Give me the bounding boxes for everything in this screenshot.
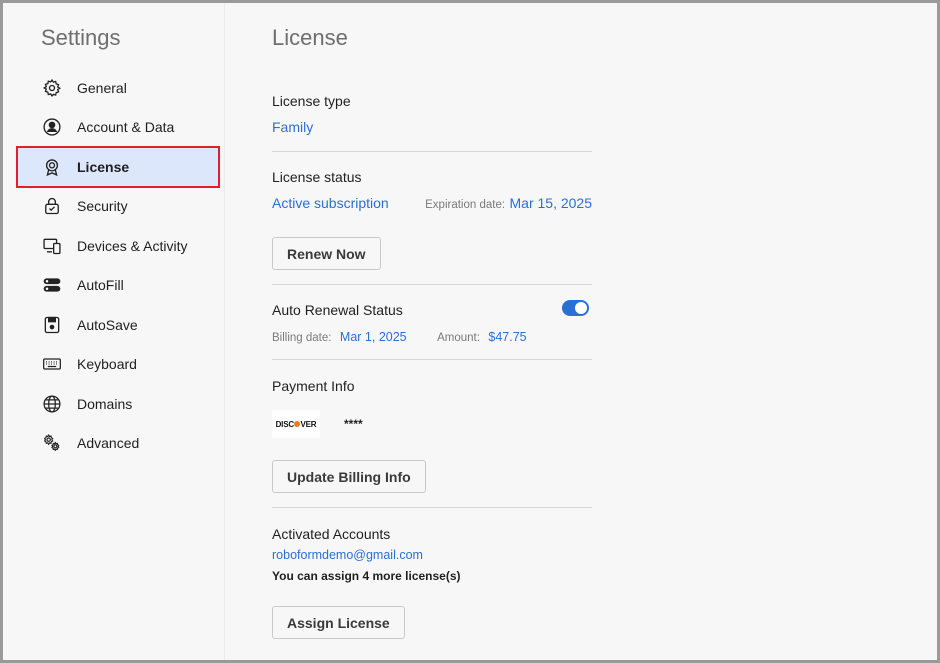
autofill-icon [41, 274, 63, 296]
sidebar-item-label: Account & Data [77, 119, 175, 136]
card-number: **** [344, 417, 363, 431]
sidebar-item-keyboard[interactable]: Keyboard [17, 345, 219, 385]
user-circle-icon [41, 116, 63, 138]
expiration-date-label: Expiration date: [425, 199, 506, 211]
sidebar-item-label: License [77, 158, 130, 175]
sidebar-item-label: Keyboard [77, 356, 137, 373]
billing-date-value: Mar 1, 2025 [339, 330, 407, 344]
divider [272, 284, 592, 285]
divider [272, 507, 592, 508]
save-icon [41, 314, 63, 336]
sidebar-item-label: Advanced [77, 435, 140, 452]
auto-renewal-toggle[interactable] [562, 300, 589, 316]
amount-value: $47.75 [488, 330, 527, 344]
payment-info-section: Payment Info [272, 378, 592, 394]
gears-icon [41, 432, 63, 454]
gear-icon [41, 77, 63, 99]
award-badge-icon [41, 156, 63, 178]
license-type-label: License type [272, 93, 351, 109]
lock-icon [41, 195, 63, 217]
card-brand-text: DISC VER [275, 419, 317, 429]
sidebar-item-license[interactable]: License [16, 146, 220, 188]
sidebar-item-security[interactable]: Security [17, 187, 219, 227]
toggle-knob [575, 302, 587, 314]
devices-icon [41, 235, 63, 257]
sidebar-nav: General Account & Data License Security [16, 68, 220, 464]
payment-info-label: Payment Info [272, 378, 355, 394]
activated-accounts-label: Activated Accounts [272, 526, 391, 542]
sidebar-item-advanced[interactable]: Advanced [17, 424, 219, 464]
sidebar: Settings General Account & Data License [3, 3, 225, 660]
sidebar-item-account-data[interactable]: Account & Data [17, 108, 219, 148]
sidebar-item-general[interactable]: General [17, 68, 219, 108]
sidebar-item-label: Domains [77, 395, 133, 412]
license-status-value: Active subscription [272, 195, 389, 211]
billing-date-label: Billing date: [272, 332, 332, 344]
account-email-link[interactable]: roboformdemo@gmail.com [272, 548, 592, 562]
discover-card-logo: DISC VER [272, 410, 320, 438]
license-type-section: License type Family [272, 93, 592, 135]
license-status-label: License status [272, 169, 362, 185]
sidebar-item-label: AutoFill [77, 277, 124, 294]
assign-license-button[interactable]: Assign License [272, 606, 405, 639]
sidebar-item-label: Security [77, 198, 128, 215]
divider [272, 359, 592, 360]
sidebar-item-label: General [77, 79, 127, 96]
sidebar-title: Settings [41, 25, 121, 50]
license-status-section: License status Active subscription Expir… [272, 169, 592, 213]
divider [272, 151, 592, 152]
expiration-date-value: Mar 15, 2025 [509, 195, 593, 211]
activated-accounts-section: Activated Accounts roboformdemo@gmail.co… [272, 526, 592, 583]
license-type-value: Family [272, 119, 314, 135]
globe-icon [41, 393, 63, 415]
settings-window: Settings General Account & Data License [3, 3, 937, 660]
auto-renewal-label: Auto Renewal Status [272, 302, 403, 318]
page-title: License [272, 25, 348, 50]
renew-now-button[interactable]: Renew Now [272, 237, 381, 270]
sidebar-item-autosave[interactable]: AutoSave [17, 305, 219, 345]
sidebar-item-domains[interactable]: Domains [17, 384, 219, 424]
amount-label: Amount: [437, 332, 480, 344]
sidebar-item-label: Devices & Activity [77, 237, 188, 254]
license-assign-note: You can assign 4 more license(s) [272, 569, 461, 583]
sidebar-item-label: AutoSave [77, 316, 138, 333]
sidebar-item-autofill[interactable]: AutoFill [17, 266, 219, 306]
sidebar-item-devices-activity[interactable]: Devices & Activity [17, 226, 219, 266]
auto-renewal-section: Auto Renewal Status Billing date: Mar 1,… [272, 302, 592, 346]
keyboard-icon [41, 353, 63, 375]
update-billing-info-button[interactable]: Update Billing Info [272, 460, 426, 493]
